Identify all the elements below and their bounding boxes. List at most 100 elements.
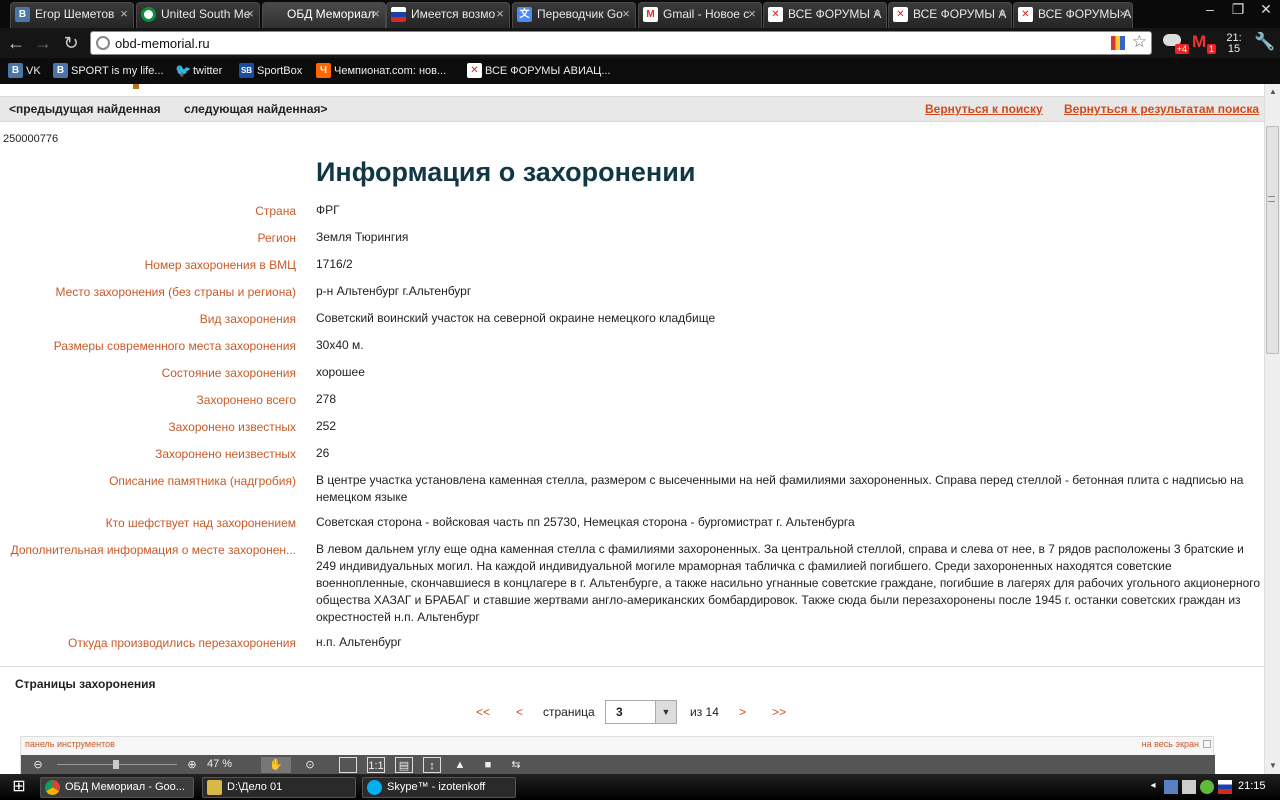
field-value: В центре участка установлена каменная ст… xyxy=(316,473,1244,504)
site-logo-fragment xyxy=(133,84,139,89)
task-label: D:\Дело 01 xyxy=(227,781,283,793)
field-value: н.п. Альтенбург xyxy=(316,635,402,649)
back-button[interactable]: ← xyxy=(5,32,27,54)
clock-extension[interactable]: 21: 15 xyxy=(1222,33,1246,55)
tray-network-icon[interactable] xyxy=(1164,780,1178,794)
tab-close-icon[interactable]: × xyxy=(117,3,131,25)
tab-label: United South Me xyxy=(161,7,251,21)
fullscreen-checkbox[interactable] xyxy=(1203,740,1211,748)
tab-close-icon[interactable]: × xyxy=(369,3,383,25)
tab-favicon-icon: 文 xyxy=(517,7,532,22)
last-page-link[interactable]: >> xyxy=(772,705,786,719)
task-label: Skype™ - izotenkoff xyxy=(387,781,486,793)
tray-volume-icon[interactable] xyxy=(1182,780,1196,794)
tray-app-icon[interactable] xyxy=(1200,780,1214,794)
pan-hand-icon[interactable]: ✋ xyxy=(261,757,291,773)
prev-found-link[interactable]: <предыдущая найденная xyxy=(9,102,161,116)
minimize-button[interactable]: – xyxy=(1196,0,1224,20)
first-page-link[interactable]: << xyxy=(476,705,490,719)
tab-close-icon[interactable]: × xyxy=(995,3,1009,25)
bookmark-item[interactable]: Ч Чемпионат.com: нов... xyxy=(316,63,446,79)
language-flag-icon[interactable] xyxy=(1218,780,1232,794)
next-found-link[interactable]: следующая найденная> xyxy=(184,102,328,116)
zoom-slider-knob[interactable] xyxy=(113,760,119,769)
bookmark-item[interactable]: ✕ ВСЕ ФОРУМЫ АВИАЦ... xyxy=(467,63,611,79)
tab-close-icon[interactable]: × xyxy=(1116,3,1130,25)
restore-button[interactable]: ❐ xyxy=(1224,0,1252,20)
back-to-results-link[interactable]: Вернуться к результатам поиска xyxy=(1064,102,1259,116)
bookmark-item[interactable]: В SPORT is my life... xyxy=(53,63,164,79)
tab-close-icon[interactable]: × xyxy=(870,3,884,25)
zoom-out-icon[interactable]: ⊖ xyxy=(29,757,47,773)
tab-close-icon[interactable]: × xyxy=(243,3,257,25)
field-value: В левом дальнем углу еще одна каменная с… xyxy=(316,542,1261,624)
taskbar-button[interactable]: Skype™ - izotenkoff xyxy=(362,777,516,798)
browser-tab[interactable]: ОБД Мемориал × xyxy=(262,2,386,28)
bookmark-icon: В xyxy=(8,63,23,78)
bookmark-label: ВСЕ ФОРУМЫ АВИАЦ... xyxy=(485,65,611,77)
wrench-menu-icon[interactable]: 🔧 xyxy=(1254,32,1275,52)
field-label: Описание памятника (надгробия) xyxy=(109,474,296,488)
tab-close-icon[interactable]: × xyxy=(619,3,633,25)
bookmark-star-icon[interactable]: ☆ xyxy=(1132,32,1147,52)
close-window-button[interactable]: ✕ xyxy=(1252,0,1280,20)
taskbar-button[interactable]: D:\Дело 01 xyxy=(202,777,356,798)
taskbar-button[interactable]: ОБД Мемориал - Goo... xyxy=(40,777,194,798)
tab-favicon-icon: ✕ xyxy=(768,7,783,22)
field-label: Откуда производились перезахоронения xyxy=(68,636,296,650)
browser-tab[interactable]: 文 Переводчик Go × xyxy=(512,2,636,28)
actual-size-icon[interactable]: 1:1 xyxy=(367,757,385,773)
reload-button[interactable]: ↻ xyxy=(60,32,82,54)
page-select[interactable]: 3 ▼ xyxy=(605,700,677,724)
browser-tab[interactable]: ✕ ВСЕ ФОРУМЫ А × xyxy=(888,2,1012,28)
link-icon[interactable]: ⇆ xyxy=(507,757,525,773)
back-to-search-link[interactable]: Вернуться к поиску xyxy=(925,102,1043,116)
zoom-slider[interactable] xyxy=(57,760,177,769)
browser-tab[interactable]: ✕ ВСЕ ФОРУМЫ А × xyxy=(1013,2,1133,28)
forward-button[interactable]: → xyxy=(32,32,54,54)
browser-tab[interactable]: ✕ ВСЕ ФОРУМЫ А × xyxy=(763,2,887,28)
zoom-in-icon[interactable]: ⊕ xyxy=(183,757,201,773)
gmail-checker-button[interactable]: M 1 xyxy=(1192,32,1216,54)
bookmark-label: Чемпионат.com: нов... xyxy=(334,65,447,77)
system-clock[interactable]: 21:15 xyxy=(1238,780,1266,792)
start-button[interactable]: ⊞ xyxy=(4,776,34,798)
fit-height-icon[interactable]: ↕ xyxy=(423,757,441,773)
record-id: 250000776 xyxy=(3,133,59,145)
bookmark-item[interactable]: В VK xyxy=(8,63,41,79)
browser-tab[interactable]: M Gmail - Новое с × xyxy=(638,2,762,28)
bookmark-item[interactable]: 🐦 twitter xyxy=(175,63,222,79)
page-extension-icon[interactable] xyxy=(1111,36,1125,50)
next-page-link[interactable]: > xyxy=(739,705,746,719)
bookmark-item[interactable]: SB SportBox xyxy=(239,63,302,79)
scroll-down-arrow[interactable]: ▼ xyxy=(1265,758,1280,774)
tab-label: ВСЕ ФОРУМЫ А xyxy=(788,7,882,21)
scrollbar-thumb[interactable] xyxy=(1266,126,1279,354)
field-label: Захоронено неизвестных xyxy=(155,447,296,461)
fit-page-icon[interactable]: ▤ xyxy=(395,757,413,773)
chevron-down-icon[interactable]: ▼ xyxy=(655,701,676,723)
page-title: Информация о захоронении xyxy=(316,157,696,187)
url-text[interactable]: obd-memorial.ru xyxy=(115,36,210,51)
weather-badge: +4 xyxy=(1174,44,1189,54)
page-scrollbar[interactable]: ▲ ▼ xyxy=(1264,84,1280,774)
weather-extension-button[interactable]: +4 xyxy=(1163,32,1189,54)
browser-tab[interactable]: United South Me × xyxy=(136,2,260,28)
zoom-tool-icon[interactable]: ⊙ xyxy=(301,757,319,773)
tray-arrow-icon[interactable]: ◂ xyxy=(1146,780,1160,794)
select-box-icon[interactable] xyxy=(339,757,357,773)
zoom-percent: 47 % xyxy=(207,758,233,770)
tab-close-icon[interactable]: × xyxy=(493,3,507,25)
tab-close-icon[interactable]: × xyxy=(745,3,759,25)
print-icon[interactable]: ▲ xyxy=(451,757,469,773)
address-bar[interactable]: obd-memorial.ru ☆ xyxy=(90,31,1152,55)
scroll-up-arrow[interactable]: ▲ xyxy=(1265,84,1280,100)
save-icon[interactable]: ■ xyxy=(479,757,497,773)
prev-page-link[interactable]: < xyxy=(516,705,523,719)
browser-tab[interactable]: В Егор Шеметов × xyxy=(10,2,134,28)
bookmark-label: SportBox xyxy=(257,65,303,77)
field-label: Место захоронения (без страны и региона) xyxy=(55,285,296,299)
tab-favicon-icon: ✕ xyxy=(1018,7,1033,22)
browser-tab[interactable]: Имеется возмо × xyxy=(386,2,510,28)
fullscreen-link[interactable]: на весь экран xyxy=(1142,739,1199,749)
